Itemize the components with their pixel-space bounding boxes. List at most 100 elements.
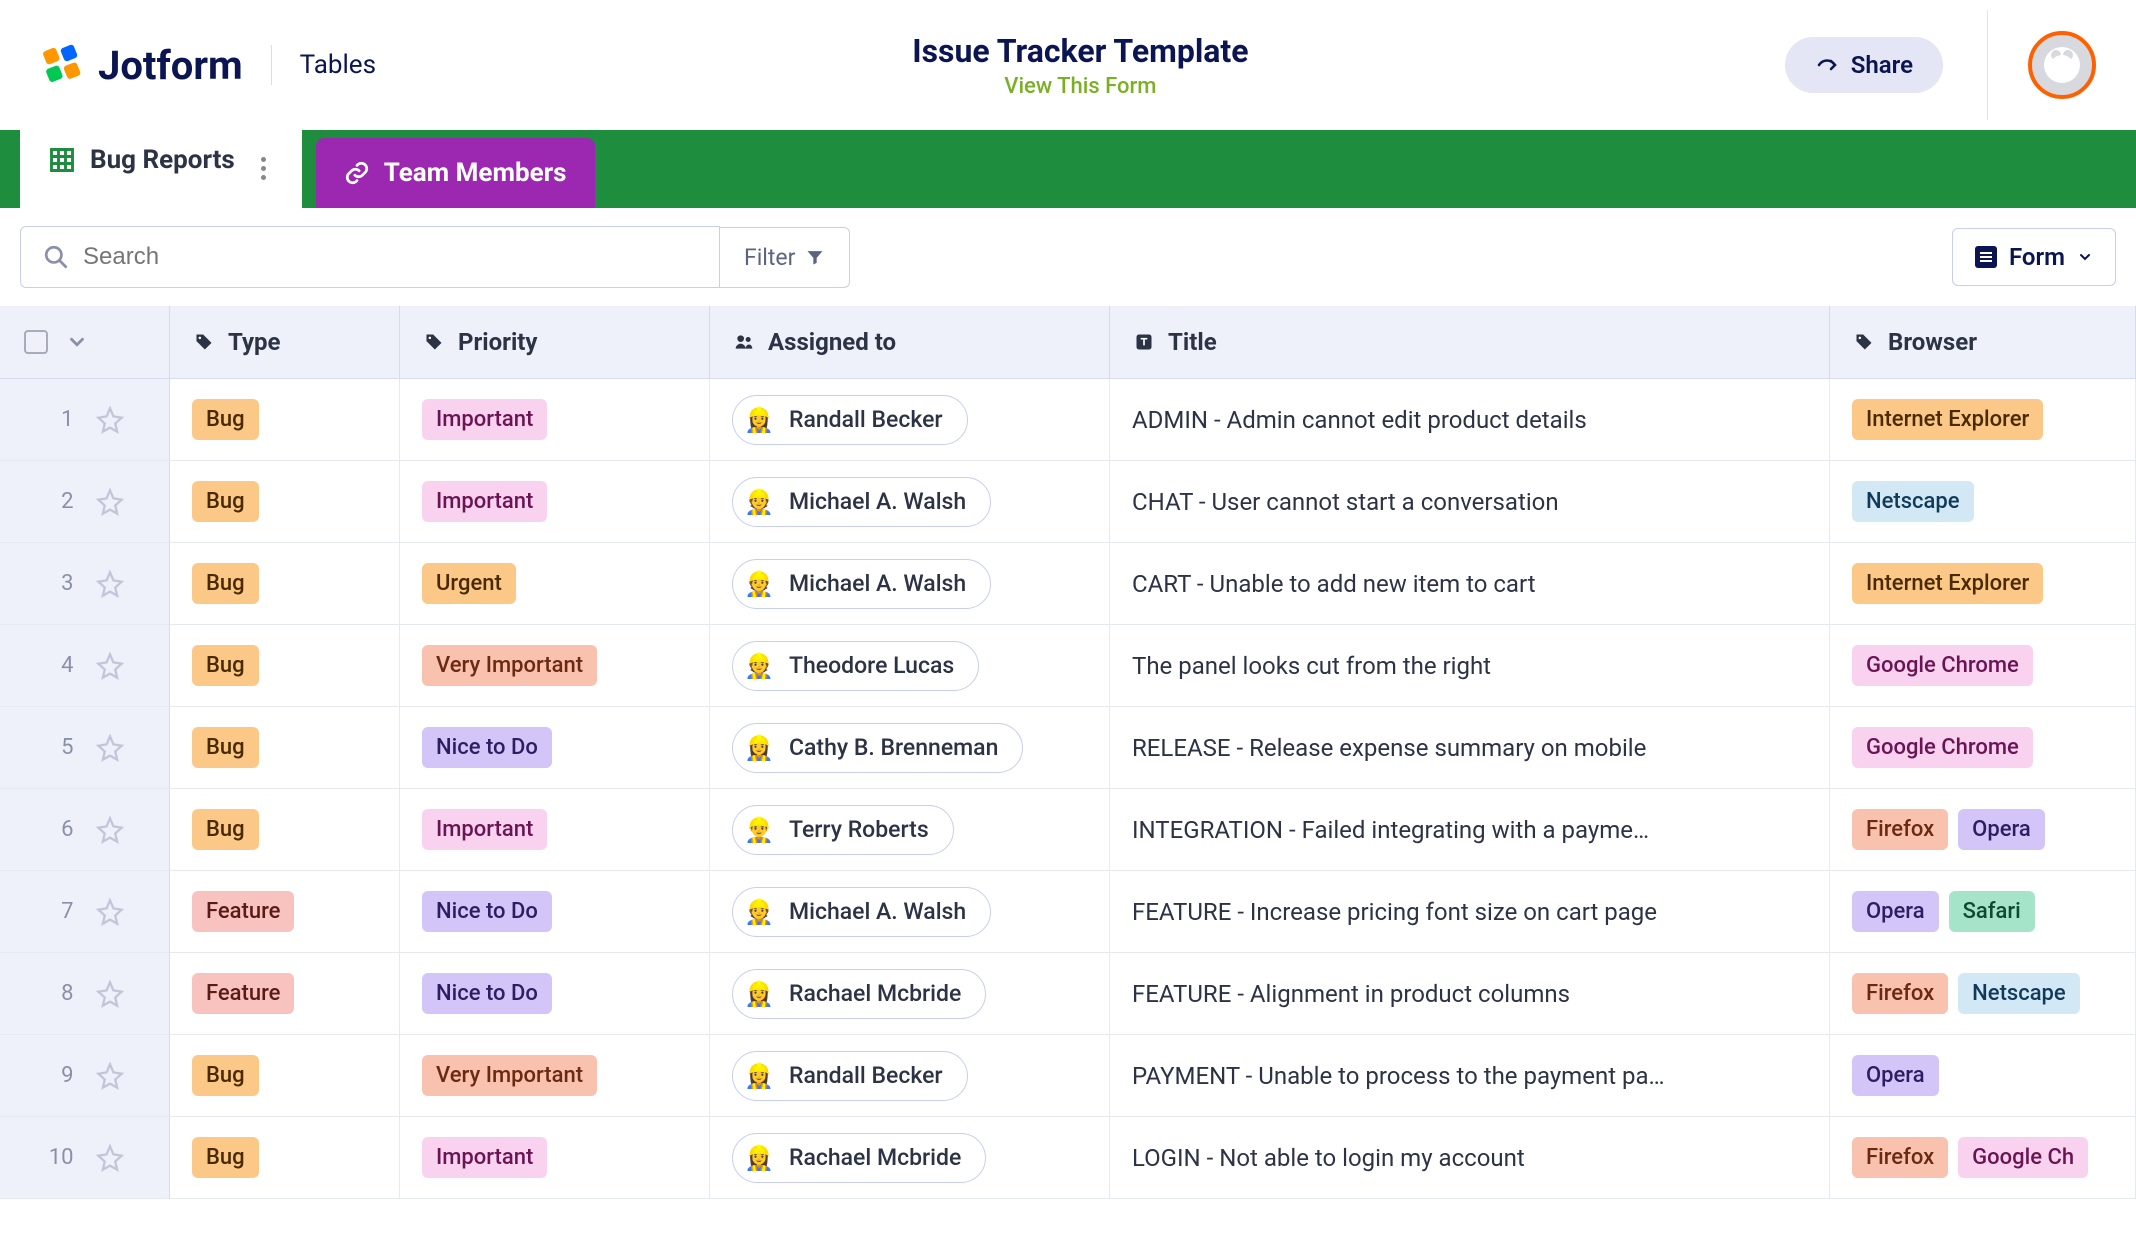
row-index-cell[interactable]: 8: [0, 953, 170, 1035]
cell-assigned[interactable]: 👷Michael A. Walsh: [710, 543, 1110, 625]
cell-title[interactable]: RELEASE - Release expense summary on mob…: [1110, 707, 1830, 789]
cell-assigned[interactable]: 👷‍♀️Rachael Mcbride: [710, 953, 1110, 1035]
cell-assigned[interactable]: 👷Michael A. Walsh: [710, 871, 1110, 953]
star-icon[interactable]: [96, 1062, 124, 1090]
cell-type[interactable]: Bug: [170, 543, 400, 625]
cell-priority[interactable]: Important: [400, 379, 710, 461]
star-icon[interactable]: [96, 898, 124, 926]
cell-title[interactable]: ADMIN - Admin cannot edit product detail…: [1110, 379, 1830, 461]
filter-button[interactable]: Filter: [720, 227, 850, 288]
cell-browser[interactable]: Google Chrome: [1830, 625, 2136, 707]
cell-browser[interactable]: FirefoxGoogle Ch: [1830, 1117, 2136, 1199]
cell-title[interactable]: FEATURE - Alignment in product columns: [1110, 953, 1830, 1035]
cell-type[interactable]: Bug: [170, 707, 400, 789]
assignee-pill[interactable]: 👷Theodore Lucas: [732, 641, 979, 691]
star-icon[interactable]: [96, 980, 124, 1008]
assignee-pill[interactable]: 👷‍♀️Rachael Mcbride: [732, 1133, 986, 1183]
cell-assigned[interactable]: 👷‍♀️Randall Becker: [710, 1035, 1110, 1117]
cell-title[interactable]: CART - Unable to add new item to cart: [1110, 543, 1830, 625]
cell-title[interactable]: INTEGRATION - Failed integrating with a …: [1110, 789, 1830, 871]
cell-type[interactable]: Bug: [170, 461, 400, 543]
cell-browser[interactable]: Google Chrome: [1830, 707, 2136, 789]
cell-priority[interactable]: Important: [400, 1117, 710, 1199]
col-header-title[interactable]: Title: [1110, 306, 1830, 379]
assignee-pill[interactable]: 👷Michael A. Walsh: [732, 559, 991, 609]
cell-assigned[interactable]: 👷‍♀️Rachael Mcbride: [710, 1117, 1110, 1199]
share-button[interactable]: Share: [1785, 37, 1943, 93]
row-index-cell[interactable]: 10: [0, 1117, 170, 1199]
star-icon[interactable]: [96, 570, 124, 598]
col-header-priority[interactable]: Priority: [400, 306, 710, 379]
select-all-checkbox[interactable]: [24, 330, 48, 354]
form-view-button[interactable]: Form: [1952, 228, 2116, 286]
cell-title[interactable]: FEATURE - Increase pricing font size on …: [1110, 871, 1830, 953]
avatar-emoji: 👷: [741, 894, 777, 930]
cell-priority[interactable]: Urgent: [400, 543, 710, 625]
view-form-link[interactable]: View This Form: [1004, 74, 1156, 99]
star-icon[interactable]: [96, 734, 124, 762]
star-icon[interactable]: [96, 816, 124, 844]
row-index-cell[interactable]: 7: [0, 871, 170, 953]
star-icon[interactable]: [96, 652, 124, 680]
star-icon[interactable]: [96, 1144, 124, 1172]
assignee-pill[interactable]: 👷‍♀️Cathy B. Brenneman: [732, 723, 1023, 773]
cell-type[interactable]: Bug: [170, 1035, 400, 1117]
cell-browser[interactable]: OperaSafari: [1830, 871, 2136, 953]
row-index-cell[interactable]: 3: [0, 543, 170, 625]
cell-title[interactable]: LOGIN - Not able to login my account: [1110, 1117, 1830, 1199]
col-header-browser[interactable]: Browser: [1830, 306, 2136, 379]
cell-type[interactable]: Bug: [170, 625, 400, 707]
row-index-cell[interactable]: 4: [0, 625, 170, 707]
star-icon[interactable]: [96, 406, 124, 434]
cell-browser[interactable]: Internet Explorer: [1830, 543, 2136, 625]
col-header-assigned[interactable]: Assigned to: [710, 306, 1110, 379]
logo[interactable]: Jotform: [40, 41, 243, 89]
chevron-down-icon[interactable]: [66, 331, 88, 353]
tab-options-button[interactable]: [253, 131, 274, 188]
user-avatar[interactable]: [2028, 31, 2096, 99]
assignee-pill[interactable]: 👷‍♀️Randall Becker: [732, 395, 968, 445]
cell-type[interactable]: Feature: [170, 953, 400, 1035]
cell-priority[interactable]: Nice to Do: [400, 871, 710, 953]
tables-label[interactable]: Tables: [300, 50, 376, 80]
cell-assigned[interactable]: 👷‍♀️Randall Becker: [710, 379, 1110, 461]
cell-assigned[interactable]: 👷Theodore Lucas: [710, 625, 1110, 707]
cell-type[interactable]: Bug: [170, 379, 400, 461]
cell-assigned[interactable]: 👷Michael A. Walsh: [710, 461, 1110, 543]
assignee-pill[interactable]: 👷Michael A. Walsh: [732, 477, 991, 527]
cell-browser[interactable]: FirefoxOpera: [1830, 789, 2136, 871]
tab-bug-reports[interactable]: Bug Reports: [20, 111, 302, 208]
cell-priority[interactable]: Nice to Do: [400, 707, 710, 789]
assignee-pill[interactable]: 👷Michael A. Walsh: [732, 887, 991, 937]
col-header-type[interactable]: Type: [170, 306, 400, 379]
cell-title[interactable]: PAYMENT - Unable to process to the payme…: [1110, 1035, 1830, 1117]
cell-assigned[interactable]: 👷‍♀️Cathy B. Brenneman: [710, 707, 1110, 789]
star-icon[interactable]: [96, 488, 124, 516]
row-index-cell[interactable]: 9: [0, 1035, 170, 1117]
cell-priority[interactable]: Very Important: [400, 625, 710, 707]
cell-priority[interactable]: Nice to Do: [400, 953, 710, 1035]
cell-browser[interactable]: Opera: [1830, 1035, 2136, 1117]
cell-browser[interactable]: FirefoxNetscape: [1830, 953, 2136, 1035]
cell-title[interactable]: CHAT - User cannot start a conversation: [1110, 461, 1830, 543]
assignee-pill[interactable]: 👷‍♀️Rachael Mcbride: [732, 969, 986, 1019]
cell-type[interactable]: Feature: [170, 871, 400, 953]
cell-title[interactable]: The panel looks cut from the right: [1110, 625, 1830, 707]
cell-priority[interactable]: Very Important: [400, 1035, 710, 1117]
cell-assigned[interactable]: 👷‍♂️Terry Roberts: [710, 789, 1110, 871]
cell-browser[interactable]: Internet Explorer: [1830, 379, 2136, 461]
cell-type[interactable]: Bug: [170, 1117, 400, 1199]
cell-browser[interactable]: Netscape: [1830, 461, 2136, 543]
assignee-pill[interactable]: 👷‍♀️Randall Becker: [732, 1051, 968, 1101]
cell-priority[interactable]: Important: [400, 461, 710, 543]
tab-team-members[interactable]: Team Members: [316, 138, 595, 208]
search-box[interactable]: [20, 226, 720, 288]
search-input[interactable]: [83, 243, 697, 271]
row-index-cell[interactable]: 1: [0, 379, 170, 461]
row-index-cell[interactable]: 6: [0, 789, 170, 871]
row-index-cell[interactable]: 2: [0, 461, 170, 543]
row-index-cell[interactable]: 5: [0, 707, 170, 789]
cell-type[interactable]: Bug: [170, 789, 400, 871]
cell-priority[interactable]: Important: [400, 789, 710, 871]
assignee-pill[interactable]: 👷‍♂️Terry Roberts: [732, 805, 954, 855]
